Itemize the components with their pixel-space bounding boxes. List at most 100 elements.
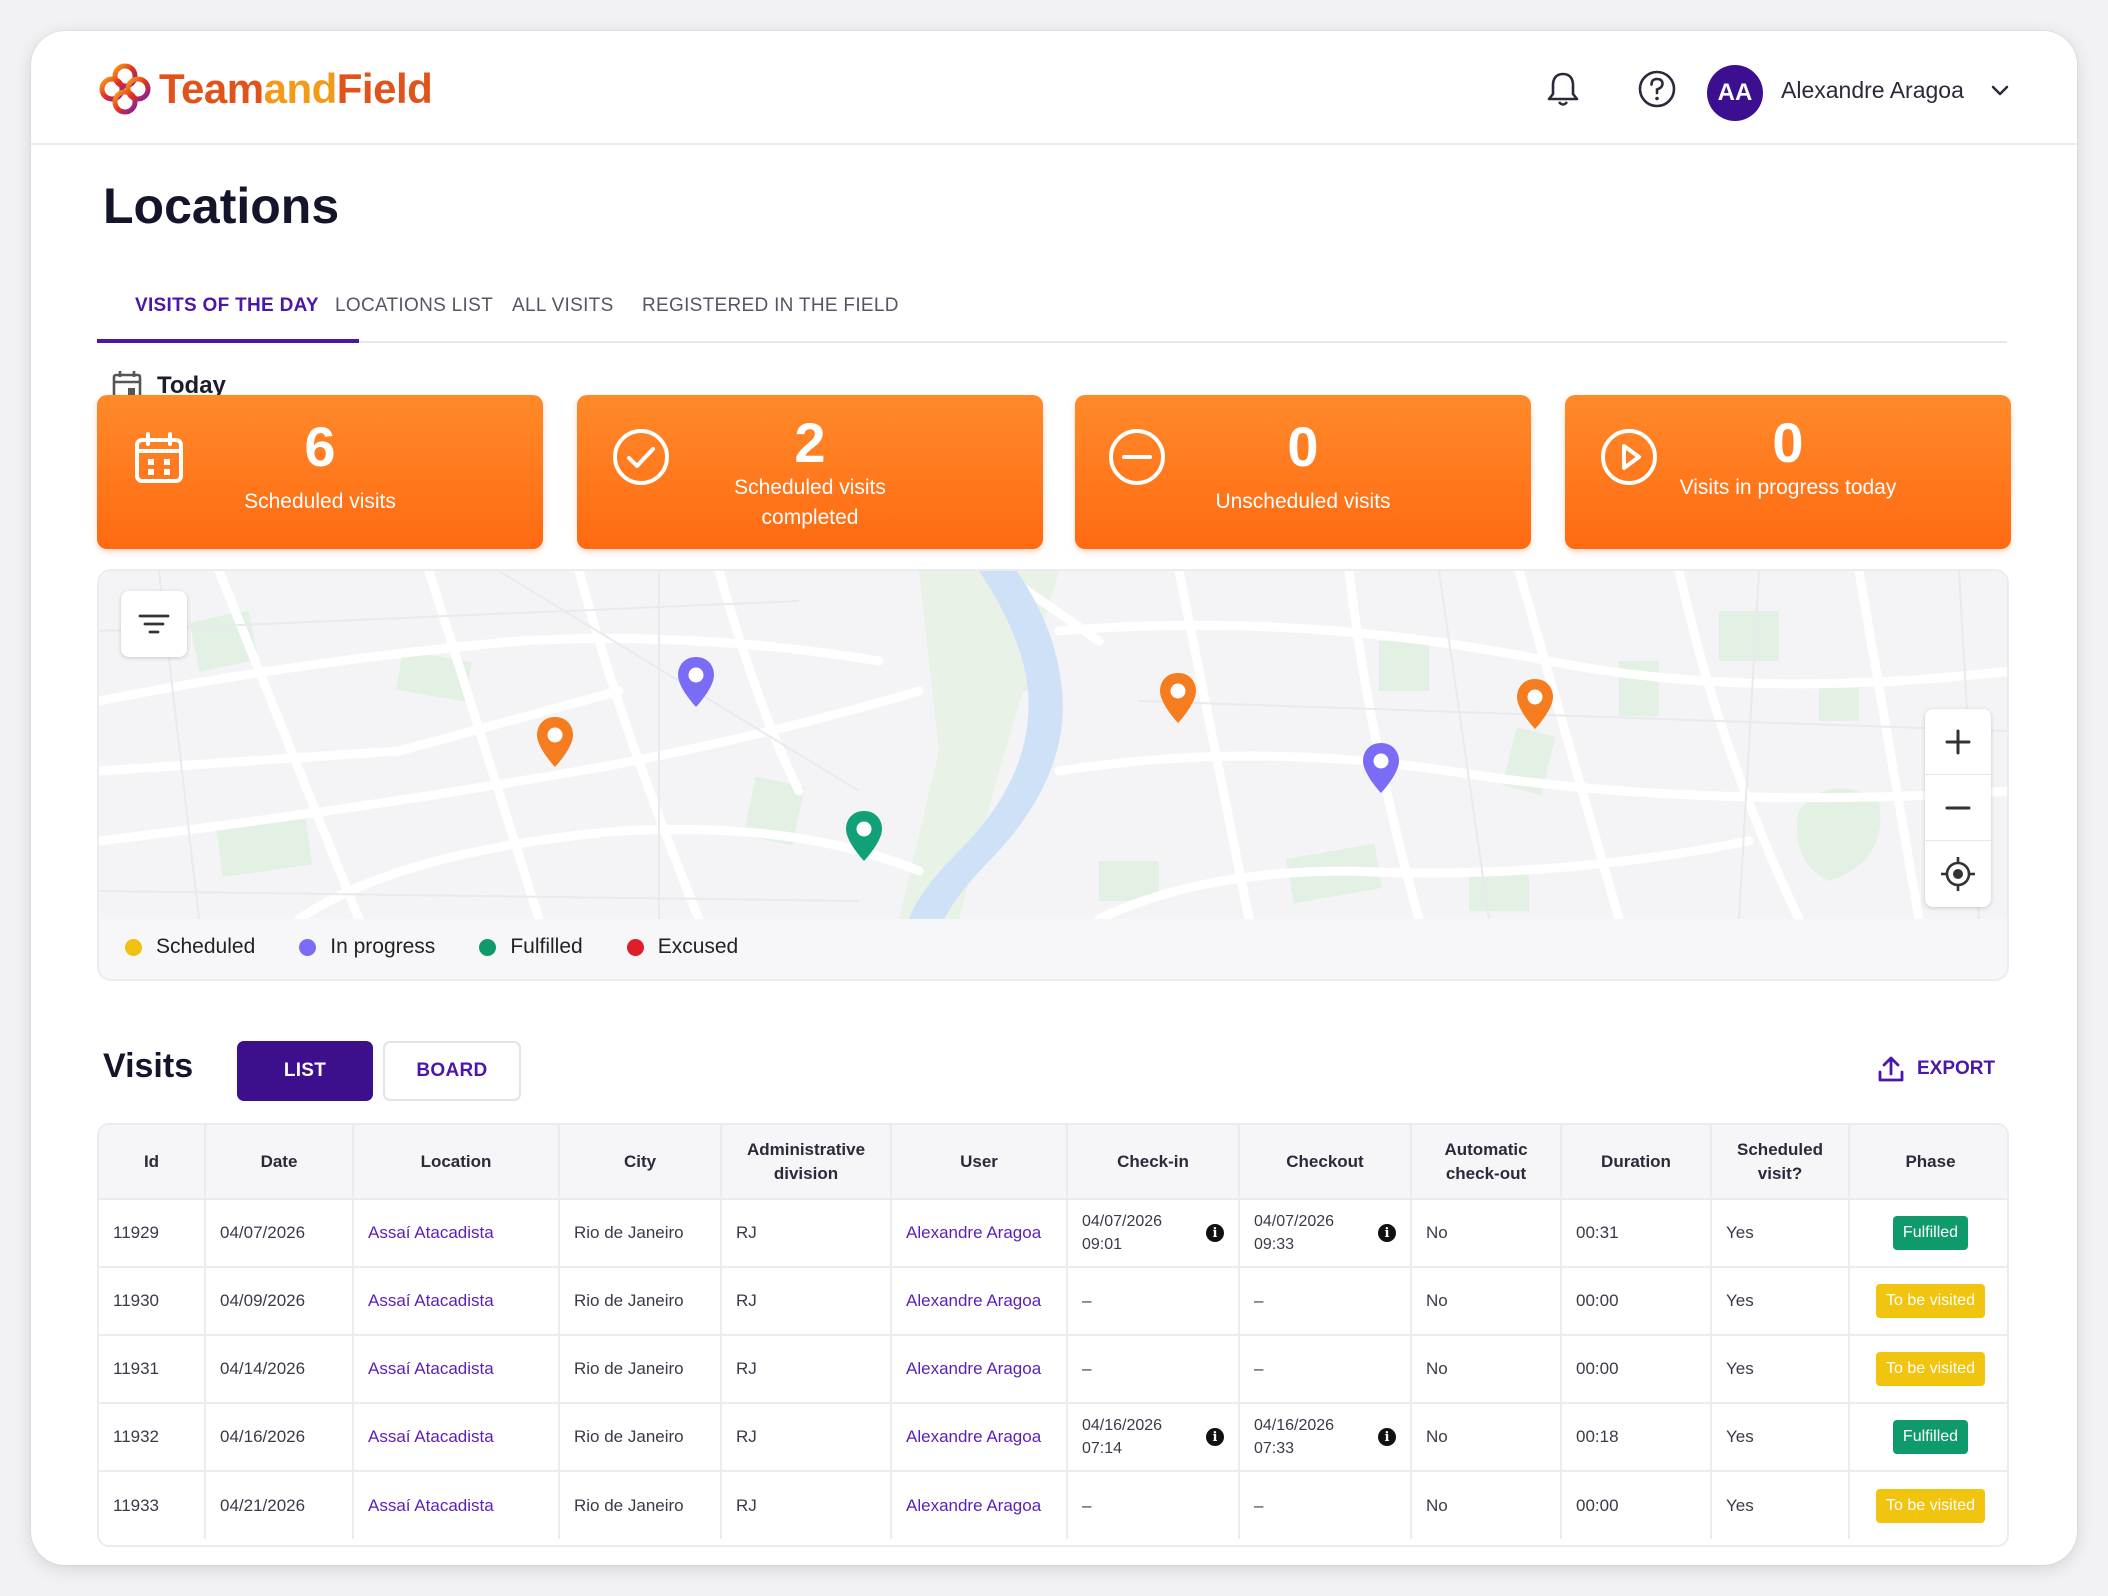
logo[interactable]: TeamandField — [97, 61, 433, 117]
export-label: EXPORT — [1917, 1058, 1996, 1079]
logo-text-field: Field — [336, 65, 433, 112]
map-pin-in-progress[interactable] — [676, 655, 716, 709]
cell-location-link[interactable]: Assaí Atacadista — [353, 1199, 560, 1268]
crosshair-icon — [1941, 857, 1975, 891]
stat-card-completed[interactable]: 2 Scheduled visits completed — [577, 395, 1043, 549]
cell-division: RJ — [721, 1199, 892, 1268]
checkout-time: 09:33 — [1254, 1236, 1295, 1253]
list-view-button[interactable]: LIST — [237, 1041, 373, 1101]
legend-label: Fulfilled — [510, 935, 583, 958]
table-row[interactable]: 11929 04/07/2026 Assaí Atacadista Rio de… — [99, 1199, 2007, 1268]
table-row[interactable]: 11931 04/14/2026 Assaí Atacadista Rio de… — [99, 1335, 2007, 1404]
stat-value: 6 — [304, 415, 336, 478]
column-header[interactable]: Check-in — [1067, 1125, 1240, 1200]
cell-location-link[interactable]: Assaí Atacadista — [353, 1471, 560, 1539]
column-header[interactable]: Automatic check-out — [1411, 1125, 1562, 1200]
cell-checkin: 04/16/2026 07:14 i — [1067, 1403, 1240, 1472]
legend-item-excused: Excused — [626, 935, 738, 959]
zoom-out-button[interactable] — [1925, 775, 1991, 841]
column-header[interactable]: Checkout — [1239, 1125, 1412, 1200]
cell-user-link[interactable]: Alexandre Aragoa — [891, 1471, 1068, 1539]
stat-card-unscheduled[interactable]: 0 Unscheduled visits — [1075, 395, 1531, 549]
locate-me-button[interactable] — [1925, 841, 1991, 907]
cell-user-link[interactable]: Alexandre Aragoa — [891, 1267, 1068, 1336]
info-icon[interactable]: i — [1206, 1428, 1224, 1446]
table-row[interactable]: 11930 04/09/2026 Assaí Atacadista Rio de… — [99, 1267, 2007, 1336]
tab-visits-of-the-day[interactable]: VISITS OF THE DAY — [135, 295, 319, 317]
export-button[interactable]: EXPORT — [1877, 1055, 1995, 1083]
info-icon[interactable]: i — [1378, 1428, 1396, 1446]
logo-text: TeamandField — [159, 65, 433, 113]
cell-duration: 00:00 — [1561, 1267, 1712, 1336]
map-pin-fulfilled[interactable] — [844, 809, 884, 863]
column-header[interactable]: Location — [353, 1125, 560, 1200]
tab-locations-list[interactable]: LOCATIONS LIST — [335, 295, 493, 317]
checkin-date: 04/07/2026 — [1082, 1213, 1163, 1230]
cell-location-link[interactable]: Assaí Atacadista — [353, 1335, 560, 1404]
column-header[interactable]: Scheduled visit? — [1711, 1125, 1850, 1200]
top-bar: TeamandField AA Alexandre Aragoa — [31, 31, 2077, 145]
cell-date: 04/09/2026 — [205, 1267, 354, 1336]
cell-location-link[interactable]: Assaí Atacadista — [353, 1267, 560, 1336]
phase-badge: To be visited — [1876, 1488, 1985, 1523]
map-pin-scheduled[interactable] — [1158, 671, 1198, 725]
cell-city: Rio de Janeiro — [559, 1199, 722, 1268]
cell-date: 04/07/2026 — [205, 1199, 354, 1268]
legend-dot — [299, 938, 317, 956]
map-pin-in-progress[interactable] — [1361, 741, 1401, 795]
map-pin-scheduled[interactable] — [1515, 677, 1555, 731]
plus-icon — [1945, 729, 1971, 754]
cell-city: Rio de Janeiro — [559, 1403, 722, 1472]
user-name[interactable]: Alexandre Aragoa — [1781, 77, 1964, 104]
zoom-in-button[interactable] — [1925, 709, 1991, 775]
help-button[interactable] — [1635, 67, 1679, 111]
filter-icon — [138, 614, 170, 634]
column-header[interactable]: Date — [205, 1125, 354, 1200]
stat-value: 0 — [1772, 411, 1804, 474]
map-canvas[interactable] — [99, 571, 2007, 919]
logo-text-team: Team — [159, 65, 264, 112]
column-header[interactable]: City — [559, 1125, 722, 1200]
cell-user-link[interactable]: Alexandre Aragoa — [891, 1199, 1068, 1268]
cell-phase: Fulfilled — [1849, 1199, 2007, 1268]
cell-scheduled: Yes — [1711, 1199, 1850, 1268]
info-icon[interactable]: i — [1206, 1224, 1224, 1242]
cell-checkin: – — [1067, 1335, 1240, 1404]
tab-all-visits[interactable]: ALL VISITS — [512, 295, 614, 317]
column-header[interactable]: Phase — [1849, 1125, 2007, 1200]
cell-phase: To be visited — [1849, 1335, 2007, 1404]
tab-registered-in-the-field[interactable]: REGISTERED IN THE FIELD — [642, 295, 899, 317]
page-title: Locations — [103, 178, 340, 234]
column-header[interactable]: Duration — [1561, 1125, 1712, 1200]
stat-card-scheduled[interactable]: 6 Scheduled visits — [97, 395, 543, 549]
info-icon[interactable]: i — [1378, 1224, 1396, 1242]
cell-checkout: 04/07/2026 09:33 i — [1239, 1199, 1412, 1268]
table-row[interactable]: 11933 04/21/2026 Assaí Atacadista Rio de… — [99, 1471, 2007, 1539]
column-header[interactable]: User — [891, 1125, 1068, 1200]
cell-user-link[interactable]: Alexandre Aragoa — [891, 1335, 1068, 1404]
cell-phase: To be visited — [1849, 1471, 2007, 1539]
cell-user-link[interactable]: Alexandre Aragoa — [891, 1403, 1068, 1472]
cell-location-link[interactable]: Assaí Atacadista — [353, 1403, 560, 1472]
cell-checkout: – — [1239, 1471, 1412, 1539]
avatar[interactable]: AA — [1707, 65, 1763, 121]
cell-auto-checkout: No — [1411, 1403, 1562, 1472]
stat-card-in-progress[interactable]: 0 Visits in progress today — [1565, 395, 2011, 549]
chevron-down-icon[interactable] — [1989, 79, 2011, 101]
cell-checkout: – — [1239, 1335, 1412, 1404]
visits-table: Id Date Location City Administrative div… — [97, 1123, 2009, 1547]
column-header[interactable]: Administrative division — [721, 1125, 892, 1200]
table-row[interactable]: 11932 04/16/2026 Assaí Atacadista Rio de… — [99, 1403, 2007, 1472]
column-header[interactable]: Id — [99, 1125, 206, 1200]
map-pin-scheduled[interactable] — [535, 715, 575, 769]
map-filter-button[interactable] — [121, 591, 187, 657]
notifications-button[interactable] — [1541, 67, 1585, 111]
cell-id: 11933 — [99, 1471, 206, 1539]
visits-title: Visits — [103, 1047, 194, 1085]
legend-item-fulfilled: Fulfilled — [479, 935, 583, 959]
cell-auto-checkout: No — [1411, 1471, 1562, 1539]
cell-checkout: 04/16/2026 07:33 i — [1239, 1403, 1412, 1472]
help-icon — [1638, 70, 1676, 108]
board-view-button[interactable]: BOARD — [383, 1041, 521, 1101]
cell-auto-checkout: No — [1411, 1335, 1562, 1404]
